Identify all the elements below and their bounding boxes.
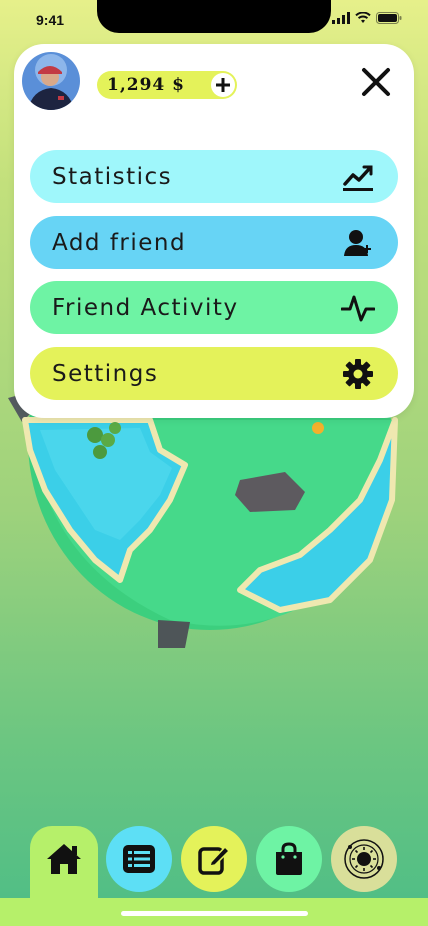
plus-icon: [216, 78, 230, 92]
menu-item-friend-activity[interactable]: Friend Activity: [30, 281, 398, 334]
add-user-icon: [340, 225, 376, 261]
avatar[interactable]: [22, 52, 80, 110]
menu-item-settings[interactable]: Settings: [30, 347, 398, 400]
signal-icon: [332, 12, 350, 24]
menu-item-statistics[interactable]: Statistics: [30, 150, 398, 203]
activity-pulse-icon: [340, 290, 376, 326]
coin-amount: 1,294 $: [107, 75, 185, 95]
user-avatar-icon: [22, 52, 80, 110]
planet-illustration: [0, 250, 428, 670]
home-indicator[interactable]: [121, 911, 308, 916]
nav-list-button[interactable]: [106, 826, 172, 892]
menu-item-label: Add friend: [52, 229, 187, 256]
shopping-bag-icon: [276, 842, 302, 875]
gear-icon: [340, 356, 376, 392]
menu-panel: 1,294 $ Statistics Add friend Friend Act…: [14, 44, 414, 418]
status-icons: [332, 12, 402, 24]
menu-item-add-friend[interactable]: Add friend: [30, 216, 398, 269]
status-time: 9:41: [36, 12, 65, 28]
list-icon: [123, 845, 155, 873]
nav-world-button[interactable]: [331, 826, 397, 892]
nav-shop-button[interactable]: [256, 826, 322, 892]
sun-orbit-icon: [344, 839, 384, 879]
edit-icon: [198, 845, 231, 875]
menu-item-label: Settings: [52, 360, 159, 387]
menu-item-label: Friend Activity: [52, 294, 239, 321]
nav-home-button[interactable]: [31, 826, 97, 892]
coin-balance: 1,294 $: [97, 71, 237, 99]
chart-trend-icon: [340, 159, 376, 195]
menu-item-label: Statistics: [52, 163, 173, 190]
battery-icon: [376, 12, 402, 24]
add-coins-button[interactable]: [211, 73, 235, 97]
close-icon: [362, 68, 390, 96]
device-notch: [97, 0, 331, 33]
close-button[interactable]: [359, 65, 393, 99]
nav-edit-button[interactable]: [181, 826, 247, 892]
wifi-icon: [355, 12, 371, 23]
home-icon: [47, 844, 81, 874]
